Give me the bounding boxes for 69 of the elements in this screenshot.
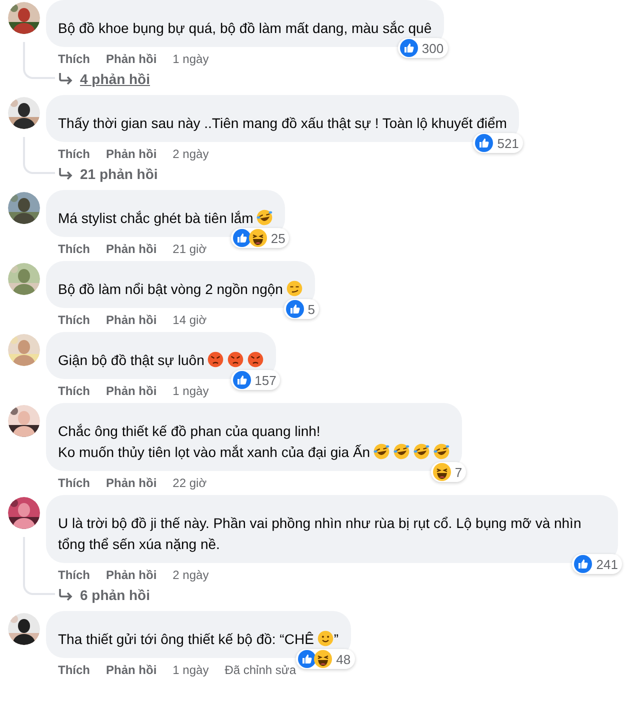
view-replies-link[interactable]: 6 phản hồi	[80, 587, 150, 603]
comment-text: Giận bộ đồ thật sự luôn	[58, 352, 204, 368]
like-icon	[574, 555, 592, 573]
like-link[interactable]: Thích	[58, 312, 90, 328]
reply-arrow-icon	[58, 72, 74, 86]
laughing-face-icon	[314, 650, 332, 668]
comment-time[interactable]: 1 ngày	[172, 383, 209, 399]
reply-link[interactable]: Phản hồi	[106, 241, 157, 257]
reply-link[interactable]: Phản hồi	[106, 383, 157, 399]
reaction-count[interactable]: 300	[398, 38, 448, 58]
like-icon	[400, 39, 418, 57]
comment-time[interactable]: 14 giờ	[172, 312, 207, 328]
comment-text: Tha thiết gửi tới ông thiết kế bộ đồ: “CHÊ	[58, 631, 314, 647]
like-icon	[475, 134, 494, 152]
like-link[interactable]: Thích	[58, 383, 90, 399]
comment-time[interactable]: 2 ngày	[172, 567, 209, 583]
comment-text: Ko muốn thủy tiên lọt vào mắt xanh của đại gia Ấn	[58, 444, 370, 460]
like-link[interactable]: Thích	[58, 662, 90, 678]
reply-link[interactable]: Phản hồi	[106, 475, 157, 491]
laughing-face-icon	[433, 443, 450, 460]
comment-time[interactable]: 21 giờ	[172, 241, 207, 257]
reply-link[interactable]: Phản hồi	[106, 51, 157, 67]
reply-link[interactable]: Phản hồi	[106, 312, 157, 328]
laughing-face-icon	[413, 443, 430, 460]
like-link[interactable]: Thích	[58, 51, 90, 67]
reaction-count[interactable]: 7	[430, 462, 466, 482]
like-icon	[232, 371, 251, 389]
comment-text: U là trời bộ đồ ji thế này. Phần vai phồng nhìn như rùa bị rụt cổ. Lộ bụng mỡ và nhìn tổng thể sến xúa nặng nề.	[58, 515, 582, 552]
laughing-face-icon	[248, 229, 267, 247]
reaction-count[interactable]: 241	[572, 554, 622, 574]
like-link[interactable]: Thích	[58, 146, 90, 162]
comment-text: ”	[334, 631, 339, 647]
angry-face-icon	[247, 351, 264, 368]
like-icon	[232, 229, 251, 247]
smirk-face-icon	[286, 280, 303, 297]
comment-text: Má stylist chắc ghét bà tiên lắm	[58, 210, 254, 226]
reaction-count[interactable]: 157	[230, 370, 280, 390]
smile-face-icon	[316, 630, 334, 647]
laughing-face-icon	[256, 209, 274, 226]
reaction-count[interactable]: 521	[473, 133, 523, 153]
reaction-count[interactable]: 25	[230, 228, 290, 248]
laughing-face-icon	[373, 443, 390, 460]
view-replies-link[interactable]: 4 phản hồi	[80, 71, 150, 87]
like-link[interactable]: Thích	[58, 475, 90, 491]
laughing-face-icon	[432, 463, 451, 481]
like-icon	[286, 300, 304, 318]
reply-arrow-icon	[58, 167, 74, 181]
edited-label: Đã chỉnh sửa	[224, 662, 296, 678]
angry-face-icon	[227, 351, 244, 368]
comment-time[interactable]: 1 ngày	[172, 51, 209, 67]
angry-face-icon	[207, 351, 224, 368]
view-replies-link[interactable]: 21 phản hồi	[80, 166, 158, 182]
reaction-count[interactable]: 5	[284, 299, 319, 319]
laughing-face-icon	[393, 443, 410, 460]
comment-time[interactable]: 2 ngày	[172, 146, 209, 162]
reply-link[interactable]: Phản hồi	[106, 567, 157, 583]
comment-text: Bộ đồ khoe bụng bự quá, bộ đồ làm mất dang, màu sắc quê	[58, 20, 432, 36]
comment-time[interactable]: 22 giờ	[172, 475, 207, 491]
like-link[interactable]: Thích	[58, 567, 90, 583]
like-link[interactable]: Thích	[58, 241, 90, 257]
comment-text: Bộ đồ làm nổi bật vòng 2 ngồn ngộn	[58, 281, 283, 297]
comment-text: Thấy thời gian sau này ..Tiên mang đồ xấu thật sự ! Toàn lộ khuyết điểm	[58, 115, 507, 131]
comment-time[interactable]: 1 ngày	[172, 662, 209, 678]
like-icon	[298, 650, 316, 668]
comment-text: Chắc ông thiết kế đồ phan của quang linh!	[58, 423, 320, 439]
reply-arrow-icon	[58, 588, 74, 602]
reaction-count[interactable]: 48	[296, 649, 355, 669]
reply-link[interactable]: Phản hồi	[106, 146, 157, 162]
reply-link[interactable]: Phản hồi	[106, 662, 157, 678]
